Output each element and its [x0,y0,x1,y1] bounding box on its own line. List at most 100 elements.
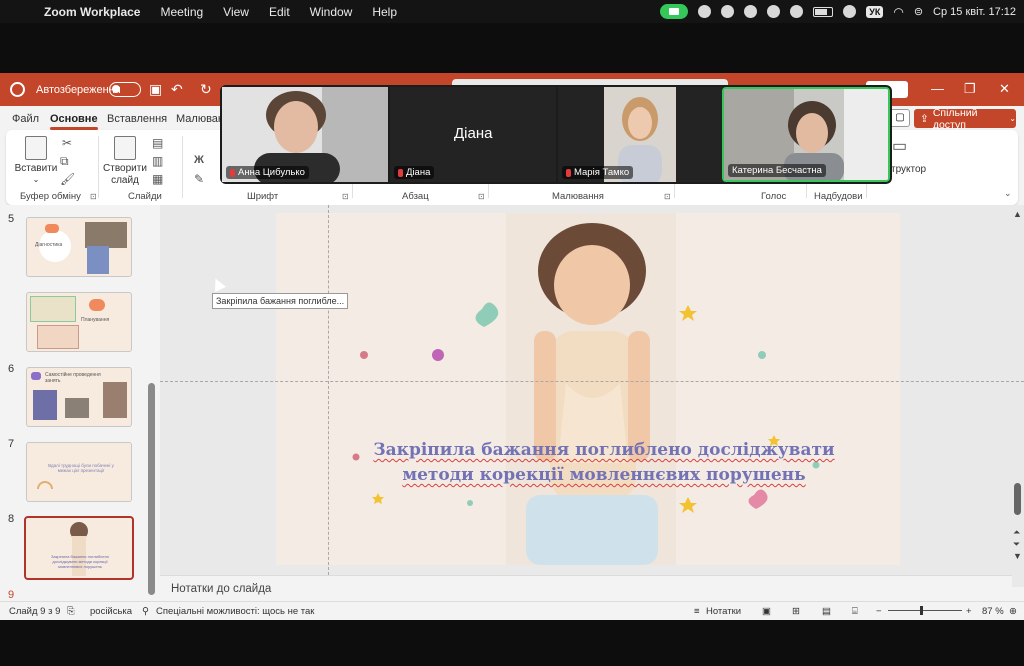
tab-insert[interactable]: Вставлення [107,113,167,125]
font-launcher-icon[interactable]: ⊡ [342,192,349,201]
participant-name-tag: Анна Цибулько [226,166,309,179]
bold-button[interactable]: Ж [194,154,204,166]
tray-notification-icon[interactable] [767,5,781,18]
clock[interactable]: Ср 15 квіт. 17:12 [933,6,1016,18]
participant-name: Діана [406,167,431,178]
slide-counter[interactable]: Слайд 9 з 9 [9,606,60,617]
language-indicator[interactable]: російська [90,606,132,617]
slides-pane-scroll-thumb[interactable] [148,383,155,595]
zoom-slider[interactable] [888,610,962,611]
participant-tile[interactable]: Діана Діана [390,87,556,182]
scroll-down-icon[interactable]: ▼ [1013,551,1022,561]
cut-icon[interactable]: ✂ [62,136,72,150]
previous-slide-icon[interactable]: ⏶ [1013,527,1020,538]
slides-pane: 5 Діагностика 6 Планування 7 Самостійне … [0,205,160,601]
notes-pane[interactable]: Нотатки до слайда [160,575,1012,601]
zoom-slider-handle[interactable] [920,606,924,615]
minimize-icon[interactable]: — [931,81,944,96]
participant-tile[interactable]: Анна Цибулько [222,87,388,182]
thumb-text: Вдалі труднощі були побачені у межах ціє… [48,463,114,473]
reading-view-icon[interactable]: ▤ [822,606,831,617]
restore-icon[interactable]: ❐ [964,81,976,97]
next-slide-icon[interactable]: ⏷ [1013,539,1020,550]
slide-thumbnail-6[interactable]: Планування [26,292,132,352]
control-center-icon[interactable]: ⊜ [914,5,923,18]
menu-view[interactable]: View [223,5,249,19]
menu-help[interactable]: Help [372,5,397,19]
participant-tile[interactable]: Марія Тамко [558,87,724,182]
tray-messenger-icon[interactable] [744,5,758,18]
designer-icon[interactable]: ▭ [892,136,907,156]
scroll-up-icon[interactable]: ▲ [1013,209,1022,219]
save-icon[interactable]: ▣ [149,81,162,98]
slides-pane-scrollbar[interactable] [148,275,155,605]
new-slide-button[interactable]: Створити слайд [102,136,148,187]
slide-title-text[interactable]: Закріпила бажання поглиблено досліджуват… [370,438,838,488]
menu-app-name[interactable]: Zoom Workplace [44,5,140,19]
drawing-launcher-icon[interactable]: ⊡ [664,192,671,201]
group-slides-label: Слайди [128,191,162,202]
keyboard-layout-badge[interactable]: УК [866,5,884,18]
fit-to-window-icon[interactable]: ⊕ [1009,606,1017,617]
tray-play-icon[interactable] [790,5,804,18]
layout-icon[interactable]: ▤ [152,136,163,150]
autosave-toggle[interactable] [109,82,141,97]
menu-edit[interactable]: Edit [269,5,290,19]
editor-scrollbar[interactable]: ▲ ⏶ ⏷ ▼ [1012,205,1024,587]
tooltip: Закріпила бажання поглибле... [212,293,349,309]
font-color-icon[interactable]: ✎ [194,172,204,186]
zoom-out-icon[interactable]: − [876,606,882,617]
slide-thumbnail-5[interactable]: Діагностика [26,217,132,277]
tray-chat-icon[interactable] [721,5,735,18]
accessibility-status[interactable]: Спеціальні можливості: щось не так [156,606,314,617]
reset-icon[interactable]: ▥ [152,154,163,168]
tab-home[interactable]: Основне [50,113,98,130]
group-voice-label: Голос [761,191,787,202]
slide-thumbnail-8[interactable]: Вдалі труднощі були побачені у межах ціє… [26,442,132,502]
editor-scroll-thumb[interactable] [1014,483,1021,515]
share-button[interactable]: ⇪ Спільний доступ ⌄ [914,107,1016,131]
slide-editor[interactable]: Закріпила бажання поглиблено досліджуват… [160,205,1024,587]
slide-thumbnail-7[interactable]: Самостійне проведення занять [26,367,132,427]
slide-sorter-icon[interactable]: ⊞ [792,606,800,617]
paste-button[interactable]: Вставити ⌄ [14,136,58,185]
wifi-icon[interactable]: ◠ [893,5,903,19]
notes-toggle[interactable]: Нотатки [706,606,741,617]
comments-icon[interactable]: ▢ [890,109,910,127]
thumb-photo [33,390,57,420]
slide-title-line-1: Закріпила бажання поглиблено досліджуват… [373,440,835,460]
zoom-video-icon[interactable] [660,4,689,19]
close-icon[interactable]: ✕ [999,81,1010,97]
notes-icon[interactable]: ≡ [694,606,700,617]
vertical-guide[interactable] [328,205,329,575]
zoom-percent[interactable]: 87 % [982,606,1004,617]
clipboard-icon [25,136,47,160]
clipboard-launcher-icon[interactable]: ⊡ [90,192,97,201]
tab-draw[interactable]: Малюван [176,113,224,125]
menu-window[interactable]: Window [310,5,353,19]
tray-timer-icon[interactable] [843,5,857,18]
copy-icon[interactable]: ⧉ [60,154,69,169]
collapse-ribbon-icon[interactable]: ⌄ [1004,188,1012,199]
format-painter-icon[interactable]: 🖌 [60,172,75,186]
slide-canvas[interactable]: Закріпила бажання поглиблено досліджуват… [276,213,900,565]
paragraph-launcher-icon[interactable]: ⊡ [478,192,485,201]
normal-view-icon[interactable]: ▣ [762,606,771,617]
undo-icon[interactable]: ↶ [171,81,183,98]
menu-meeting[interactable]: Meeting [160,5,203,19]
battery-icon[interactable] [813,6,834,17]
slide-thumbnail-9[interactable]: Закріпила бажання поглиблено досліджуват… [24,516,134,580]
office-logo-icon[interactable] [10,82,25,97]
tab-file[interactable]: Файл [12,113,39,125]
participant-tile-active-speaker[interactable]: Катерина Бесчастна [722,87,890,182]
slideshow-icon[interactable]: ⌸ [852,606,858,617]
spellcheck-icon[interactable]: ⎘ [67,606,75,617]
slide-number: 7 [8,438,15,450]
designer-label[interactable]: структор [886,164,926,175]
zoom-in-icon[interactable]: + [966,606,972,617]
horizontal-guide[interactable] [160,381,1024,382]
accessibility-icon[interactable]: ⚲ [142,606,149,617]
section-icon[interactable]: ▦ [152,172,163,186]
tray-app-icon[interactable] [698,5,712,18]
redo-icon[interactable]: ↻ [200,81,212,98]
